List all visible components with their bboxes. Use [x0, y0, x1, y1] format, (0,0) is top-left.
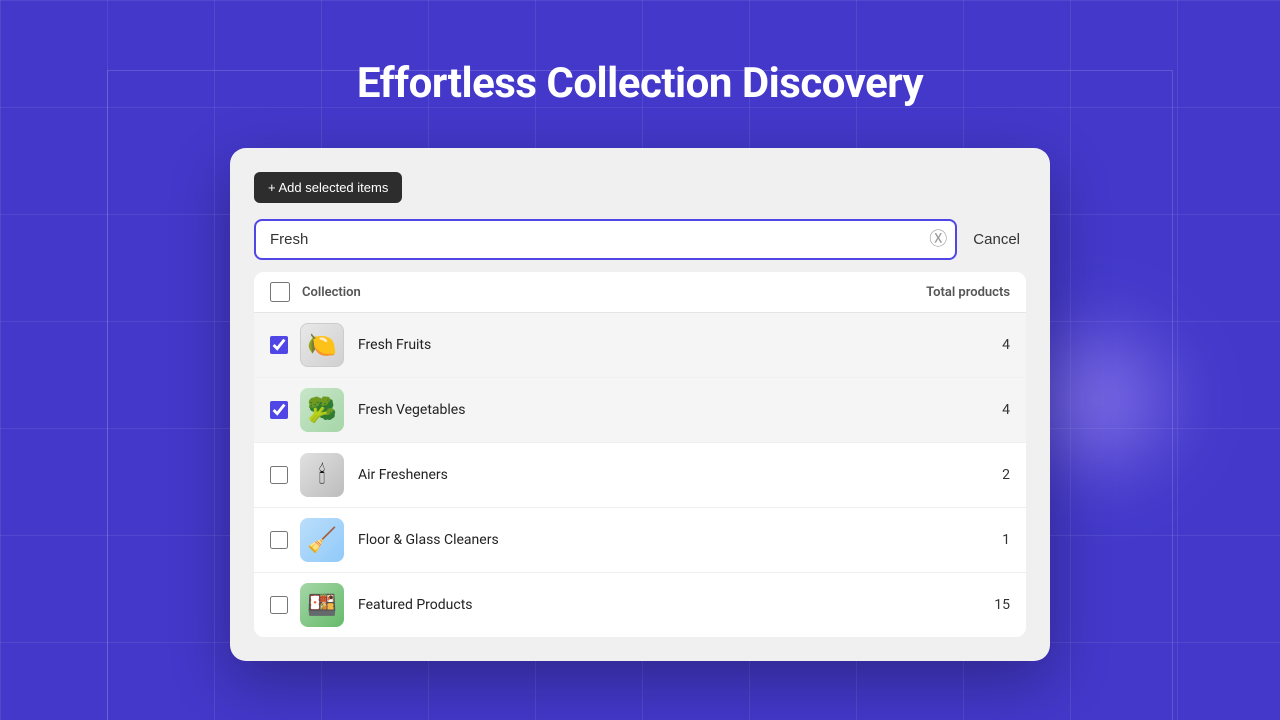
select-all-checkbox[interactable]	[270, 282, 290, 302]
collection-image-1: 🍋	[300, 323, 344, 367]
row-name-4: Floor & Glass Cleaners	[358, 532, 1002, 548]
row-name-2: Fresh Vegetables	[358, 402, 1002, 418]
cancel-button[interactable]: Cancel	[967, 231, 1026, 248]
search-box: Ⓧ	[254, 219, 957, 260]
table-row: 🕯 Air Fresheners 2	[254, 443, 1026, 508]
search-row: Ⓧ Cancel	[254, 219, 1026, 260]
table-row: 🧹 Floor & Glass Cleaners 1	[254, 508, 1026, 573]
row-count-3: 2	[1002, 467, 1010, 483]
row-name-1: Fresh Fruits	[358, 337, 1002, 353]
table-header: Collection Total products	[254, 272, 1026, 313]
table-row: 🥦 Fresh Vegetables 4	[254, 378, 1026, 443]
page-title: Effortless Collection Discovery	[357, 59, 923, 108]
search-input[interactable]	[254, 219, 957, 260]
collection-table: Collection Total products 🍋 Fresh Fruits…	[254, 272, 1026, 637]
row-checkbox-4[interactable]	[270, 531, 288, 549]
add-selected-button[interactable]: + Add selected items	[254, 172, 402, 203]
row-checkbox-3[interactable]	[270, 466, 288, 484]
collection-image-3: 🕯	[300, 453, 344, 497]
column-header-total: Total products	[926, 285, 1010, 300]
row-count-2: 4	[1002, 402, 1010, 418]
row-count-5: 15	[994, 597, 1010, 613]
table-row: 🍱 Featured Products 15	[254, 573, 1026, 637]
row-name-5: Featured Products	[358, 597, 994, 613]
row-checkbox-5[interactable]	[270, 596, 288, 614]
row-count-1: 4	[1002, 337, 1010, 353]
column-header-collection: Collection	[302, 285, 926, 300]
collection-image-4: 🧹	[300, 518, 344, 562]
row-count-4: 1	[1002, 532, 1010, 548]
modal-card: + Add selected items Ⓧ Cancel Collection…	[230, 148, 1050, 661]
row-checkbox-1[interactable]	[270, 336, 288, 354]
row-checkbox-2[interactable]	[270, 401, 288, 419]
background: Effortless Collection Discovery + Add se…	[0, 0, 1280, 720]
search-clear-icon[interactable]: Ⓧ	[929, 231, 947, 249]
collection-image-2: 🥦	[300, 388, 344, 432]
row-name-3: Air Fresheners	[358, 467, 1002, 483]
table-row: 🍋 Fresh Fruits 4	[254, 313, 1026, 378]
collection-image-5: 🍱	[300, 583, 344, 627]
